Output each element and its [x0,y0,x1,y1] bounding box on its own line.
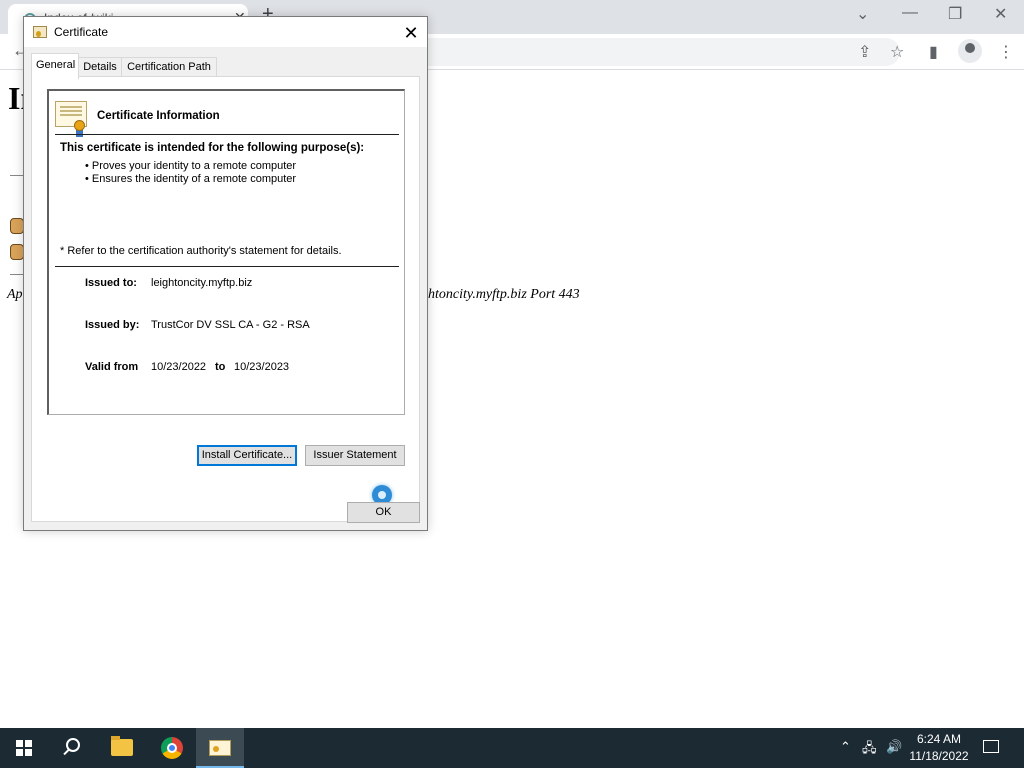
dialog-titlebar[interactable]: Certificate ✕ [24,17,427,47]
certificate-dialog: Certificate ✕ General Details Certificat… [23,16,428,531]
chrome-icon [161,737,183,759]
certificate-app-button[interactable] [196,728,244,768]
search-button[interactable] [48,728,96,768]
folder-icon [10,218,24,234]
install-certificate-button[interactable]: Install Certificate... [197,445,297,466]
general-tab-panel: Certificate Information This certificate… [31,76,420,522]
info-heading: Certificate Information [97,110,220,122]
server-address-fragment: Ap [7,287,23,302]
dialog-title: Certificate [54,25,109,39]
tab-general[interactable]: General [31,53,79,79]
purpose-heading: This certificate is intended for the fol… [60,142,365,154]
certificate-info-box: Certificate Information This certificate… [47,89,405,415]
network-icon[interactable]: 🖧 [862,739,877,761]
refer-note: * Refer to the certification authority's… [60,245,342,257]
issued-by-label: Issued by: [85,319,140,331]
server-address: htoncity.myftp.biz Port 443 [428,287,580,302]
issued-by-value: TrustCor DV SSL CA - G2 - RSA [151,319,310,331]
notification-icon[interactable] [983,740,999,753]
valid-from-label: Valid from [85,361,139,373]
divider [10,175,24,176]
start-button[interactable] [0,728,48,768]
folder-icon [10,244,24,260]
certificate-icon [55,101,87,137]
windows-logo-icon [16,740,32,756]
clock-time[interactable]: 6:24 AM [905,732,973,746]
issued-to-value: leightoncity.myftp.biz [151,277,253,289]
issued-to-label: Issued to: [85,277,137,289]
tab-certification-path[interactable]: Certification Path [121,57,217,77]
tab-details[interactable]: Details [78,57,122,77]
profile-avatar-icon[interactable] [958,39,982,63]
ok-button[interactable]: OK [347,502,420,523]
tray-chevron-icon[interactable]: ⌃ [840,739,851,755]
taskbar: ⌃ 🖧 🔊 6:24 AM 11/18/2022 [0,728,1024,768]
share-icon[interactable]: ⇪ [858,42,871,62]
certificate-icon [209,740,231,756]
divider [55,134,399,135]
tab-search-chevron-icon[interactable]: ⌄ [856,4,869,24]
valid-to-label: to [215,361,226,373]
search-icon [66,738,80,752]
issuer-statement-button[interactable]: Issuer Statement [305,445,405,466]
divider [10,274,24,275]
bookmark-star-icon[interactable]: ☆ [890,42,904,62]
file-explorer-button[interactable] [98,728,146,768]
purpose-item: Ensures the identity of a remote compute… [85,173,296,185]
folder-icon [111,736,133,756]
purpose-item: Proves your identity to a remote compute… [85,160,296,172]
chrome-button[interactable] [148,728,196,768]
minimize-button[interactable]: — [902,4,918,22]
dialog-body: General Details Certification Path Certi… [24,47,427,530]
dialog-close-button[interactable]: ✕ [396,20,426,46]
close-window-button[interactable]: ✕ [994,4,1007,24]
certificate-icon [33,26,47,38]
valid-from-value: 10/23/2022 [151,361,207,373]
restore-button[interactable]: ❐ [948,4,962,24]
menu-kebab-icon[interactable]: ⋮ [998,42,1014,62]
divider [55,266,399,267]
side-panel-icon[interactable]: ▮ [929,42,938,62]
valid-to-value: 10/23/2023 [234,361,290,373]
volume-icon[interactable]: 🔊 [886,739,902,755]
clock-date[interactable]: 11/18/2022 [905,749,973,763]
